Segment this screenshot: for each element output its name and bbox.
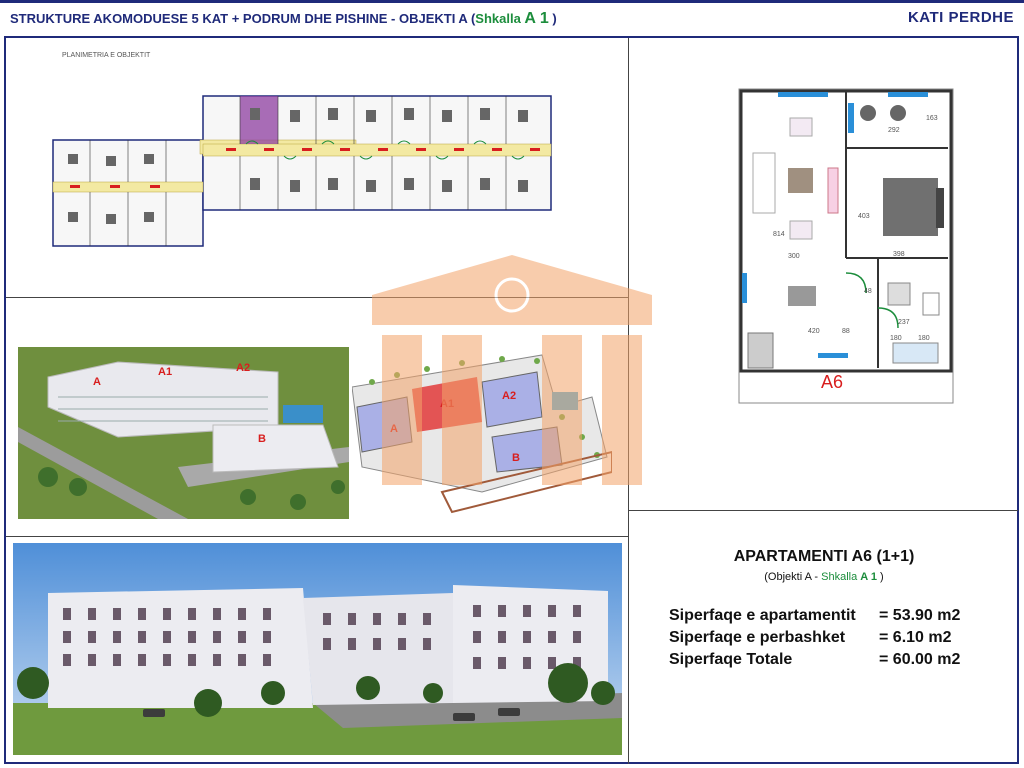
floor-label: KATI PERDHE: [907, 9, 1014, 26]
balcony-chair-1: [860, 105, 876, 121]
dim-420: 420: [808, 328, 820, 335]
pool: [283, 405, 323, 423]
apartment-sub-code: A 1: [860, 571, 877, 583]
dim-180b: 180: [918, 335, 930, 342]
dim-398: 398: [893, 251, 905, 258]
window-top-right: [888, 92, 928, 97]
toilet: [922, 292, 940, 316]
building-floorplan: [52, 95, 552, 247]
apartment-subtitle: (Objekti A - Shkalla A 1 ): [629, 571, 1019, 583]
header-shkalla: Shkalla: [475, 11, 525, 26]
tv-unit: [827, 167, 839, 214]
building-b-render: [212, 424, 339, 473]
kitchen-unit: [747, 332, 774, 369]
street-render: [13, 543, 622, 755]
dim-237: 237: [898, 319, 910, 326]
aerial-label-a2: A2: [236, 362, 250, 374]
dim-814: 814: [773, 231, 785, 238]
armchair-top: [789, 117, 813, 137]
bed: [883, 178, 938, 236]
dim-403: 403: [858, 213, 870, 220]
floorplan-label: PLANIMETRIA E OBJEKTIT: [62, 52, 151, 59]
dim-292: 292: [888, 127, 900, 134]
header-shkalla-code: A 1: [524, 10, 549, 27]
divider-h2: [6, 536, 628, 537]
armchair-bottom: [789, 220, 813, 240]
apartment-sub-shkalla: Shkalla: [821, 571, 861, 583]
header-title-sep: - OBJEKTI A (: [387, 11, 476, 26]
aerial-render: A A1 A2 B: [18, 347, 349, 519]
washer: [887, 282, 911, 306]
area-row-apartment: Siperfaqe e apartamentit = 53.90 m2: [669, 607, 979, 625]
apartment-sub-end: ): [876, 571, 884, 583]
area-value: = 60.00 m2: [879, 651, 961, 668]
headboard: [936, 188, 944, 228]
dim-48: 48: [864, 288, 872, 295]
logo-watermark: [372, 255, 652, 485]
area-row-common: Siperfaqe e perbashket = 6.10 m2: [669, 629, 979, 647]
dim-180a: 180: [890, 335, 902, 342]
window-top: [778, 92, 828, 97]
area-row-total: Siperfaqe Totale = 60.00 m2: [669, 651, 979, 669]
apartment-info-panel: APARTAMENTI A6 (1+1) (Objekti A - Shkall…: [629, 511, 1019, 764]
area-label: Siperfaqe e perbashket: [669, 629, 846, 646]
living-table: [788, 168, 813, 193]
dim-163: 163: [926, 115, 938, 122]
header-title: STRUKTURE AKOMODUESE 5 KAT + PODRUM DHE …: [10, 10, 557, 28]
apartment-sub-pre: (Objekti A -: [764, 571, 822, 583]
page-header: STRUKTURE AKOMODUESE 5 KAT + PODRUM DHE …: [0, 3, 1024, 33]
header-title-end: ): [548, 11, 557, 26]
window-bottom: [818, 353, 848, 358]
apartment-title: APARTAMENTI A6 (1+1): [733, 548, 915, 565]
apartment-a6-plan: 292 163 403 814 300 398 48 420 88 180 18…: [738, 88, 954, 404]
aerial-label-b: B: [258, 433, 266, 445]
dining-table: [788, 286, 816, 306]
window-left: [742, 273, 747, 303]
balcony-window: [848, 103, 854, 133]
area-value: = 6.10 m2: [879, 629, 952, 646]
dim-88: 88: [842, 328, 850, 335]
balcony-chair-2: [890, 105, 906, 121]
aerial-label-a: A: [93, 376, 101, 388]
shower: [892, 342, 939, 364]
header-title-main: STRUKTURE AKOMODUESE 5 KAT + PODRUM DHE …: [10, 11, 388, 26]
area-value: = 53.90 m2: [879, 607, 961, 624]
unit-name: A6: [821, 372, 843, 392]
area-label: Siperfaqe e apartamentit: [669, 607, 856, 624]
dim-300: 300: [788, 253, 800, 260]
aerial-label-a1: A1: [158, 366, 172, 378]
area-label: Siperfaqe Totale: [669, 651, 793, 668]
